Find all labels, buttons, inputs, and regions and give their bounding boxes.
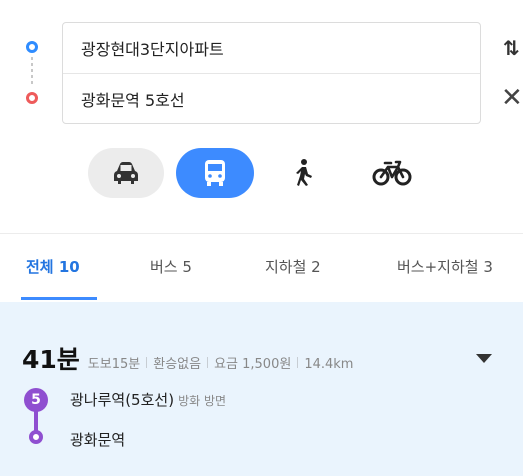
active-tab-indicator	[21, 297, 97, 300]
car-mode-button[interactable]	[88, 148, 164, 198]
route-summary: 41분 도보15분 환승없음 요금 1,500원 14.4km	[22, 340, 353, 376]
transfer-info: 환승없음	[153, 357, 202, 372]
travel-time: 41분	[22, 345, 80, 374]
walk-mode-button[interactable]	[280, 148, 326, 198]
tab-bus-subway[interactable]: 버스+지하철 3	[397, 256, 493, 277]
origin-input[interactable]: 광장현대3단지아파트	[63, 23, 480, 73]
close-icon[interactable]: ✕	[501, 85, 523, 111]
origin-marker-icon	[26, 41, 38, 53]
route-result-card[interactable]: 41분 도보15분 환승없음 요금 1,500원 14.4km 5 광나루역(5…	[0, 302, 523, 476]
destination-input[interactable]: 광화문역 5호선	[63, 73, 480, 123]
destination-marker-icon	[26, 92, 38, 104]
swap-route-icon[interactable]: ⇅	[503, 36, 523, 60]
bike-mode-button[interactable]	[364, 148, 420, 198]
start-station: 광나루역(5호선) 방화 방면	[70, 389, 226, 410]
bicycle-icon	[372, 160, 412, 186]
tabs-divider	[0, 233, 523, 234]
meta-divider	[207, 357, 209, 368]
end-station: 광화문역	[70, 431, 126, 449]
tab-all[interactable]: 전체 10	[26, 256, 80, 277]
route-input-box: 광장현대3단지아파트 광화문역 5호선	[62, 22, 481, 124]
tab-bus[interactable]: 버스 5	[150, 256, 192, 277]
direction-label: 방화 방면	[178, 394, 227, 408]
meta-divider	[146, 357, 148, 368]
route-connector-line	[31, 57, 33, 87]
fare: 요금 1,500원	[214, 357, 292, 372]
car-icon	[114, 162, 138, 184]
start-station-name: 광나루역(5호선)	[70, 391, 175, 409]
meta-divider	[297, 357, 299, 368]
end-station-marker	[29, 430, 43, 444]
tab-subway[interactable]: 지하철 2	[265, 256, 321, 277]
expand-caret-icon[interactable]	[476, 354, 492, 363]
bus-icon	[205, 160, 225, 186]
route-line-segment	[34, 410, 38, 432]
walking-icon	[296, 159, 312, 186]
distance: 14.4km	[304, 357, 354, 372]
subway-line-badge: 5	[24, 388, 48, 412]
walk-time: 도보15분	[87, 357, 141, 372]
bus-mode-button[interactable]	[176, 148, 254, 198]
